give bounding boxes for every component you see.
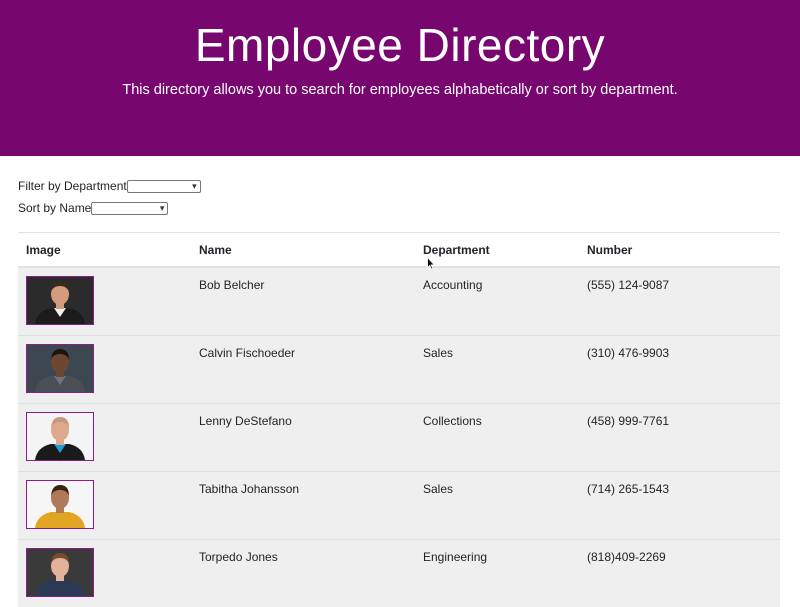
employee-department: Accounting: [415, 267, 579, 336]
column-header-image[interactable]: Image: [18, 233, 191, 268]
chevron-down-icon: ▾: [192, 180, 197, 193]
mouse-cursor-icon: [427, 257, 435, 270]
employee-table-wrap: Image Name Department Number Bob Belcher…: [18, 232, 780, 607]
department-filter-select[interactable]: ▾: [127, 180, 201, 193]
employee-number: (555) 124-9087: [579, 267, 780, 336]
employee-photo-cell: [18, 540, 191, 607]
employee-photo-cell: [18, 472, 191, 540]
table-row: Calvin FischoederSales(310) 476-9903: [18, 336, 780, 404]
employee-photo-cell: [18, 267, 191, 336]
employee-photo-cell: [18, 336, 191, 404]
table-row: Lenny DeStefanoCollections(458) 999-7761: [18, 404, 780, 472]
column-header-number[interactable]: Number: [579, 233, 780, 268]
chevron-down-icon: ▾: [160, 202, 165, 215]
table-row: Bob BelcherAccounting(555) 124-9087: [18, 267, 780, 336]
employee-photo: [26, 344, 94, 393]
employee-department: Sales: [415, 336, 579, 404]
employee-name: Torpedo Jones: [191, 540, 415, 607]
employee-photo: [26, 480, 94, 529]
employee-department: Sales: [415, 472, 579, 540]
page-title: Employee Directory: [0, 18, 800, 72]
department-filter-label: Filter by Department: [18, 179, 127, 193]
employee-name: Lenny DeStefano: [191, 404, 415, 472]
employee-number: (458) 999-7761: [579, 404, 780, 472]
employee-number: (818)409-2269: [579, 540, 780, 607]
header-banner: Employee Directory This directory allows…: [0, 0, 800, 156]
employee-department: Collections: [415, 404, 579, 472]
employee-photo: [26, 412, 94, 461]
employee-department: Engineering: [415, 540, 579, 607]
employee-table: Image Name Department Number Bob Belcher…: [18, 232, 780, 607]
column-header-department[interactable]: Department: [415, 233, 579, 268]
employee-number: (310) 476-9903: [579, 336, 780, 404]
table-header-row: Image Name Department Number: [18, 233, 780, 268]
table-row: Tabitha JohanssonSales(714) 265-1543: [18, 472, 780, 540]
page-subtitle: This directory allows you to search for …: [0, 82, 800, 98]
table-body: Bob BelcherAccounting(555) 124-9087Calvi…: [18, 267, 780, 607]
name-sort-row: Sort by Name ▾: [18, 200, 201, 216]
employee-name: Calvin Fischoeder: [191, 336, 415, 404]
table-row: Torpedo JonesEngineering(818)409-2269: [18, 540, 780, 607]
column-header-name[interactable]: Name: [191, 233, 415, 268]
employee-photo: [26, 548, 94, 597]
employee-photo-cell: [18, 404, 191, 472]
employee-name: Bob Belcher: [191, 267, 415, 336]
filter-controls: Filter by Department ▾ Sort by Name ▾: [18, 178, 201, 222]
employee-name: Tabitha Johansson: [191, 472, 415, 540]
employee-photo: [26, 276, 94, 325]
name-sort-label: Sort by Name: [18, 201, 91, 215]
name-sort-select[interactable]: ▾: [91, 202, 168, 215]
department-filter-row: Filter by Department ▾: [18, 178, 201, 194]
employee-number: (714) 265-1543: [579, 472, 780, 540]
